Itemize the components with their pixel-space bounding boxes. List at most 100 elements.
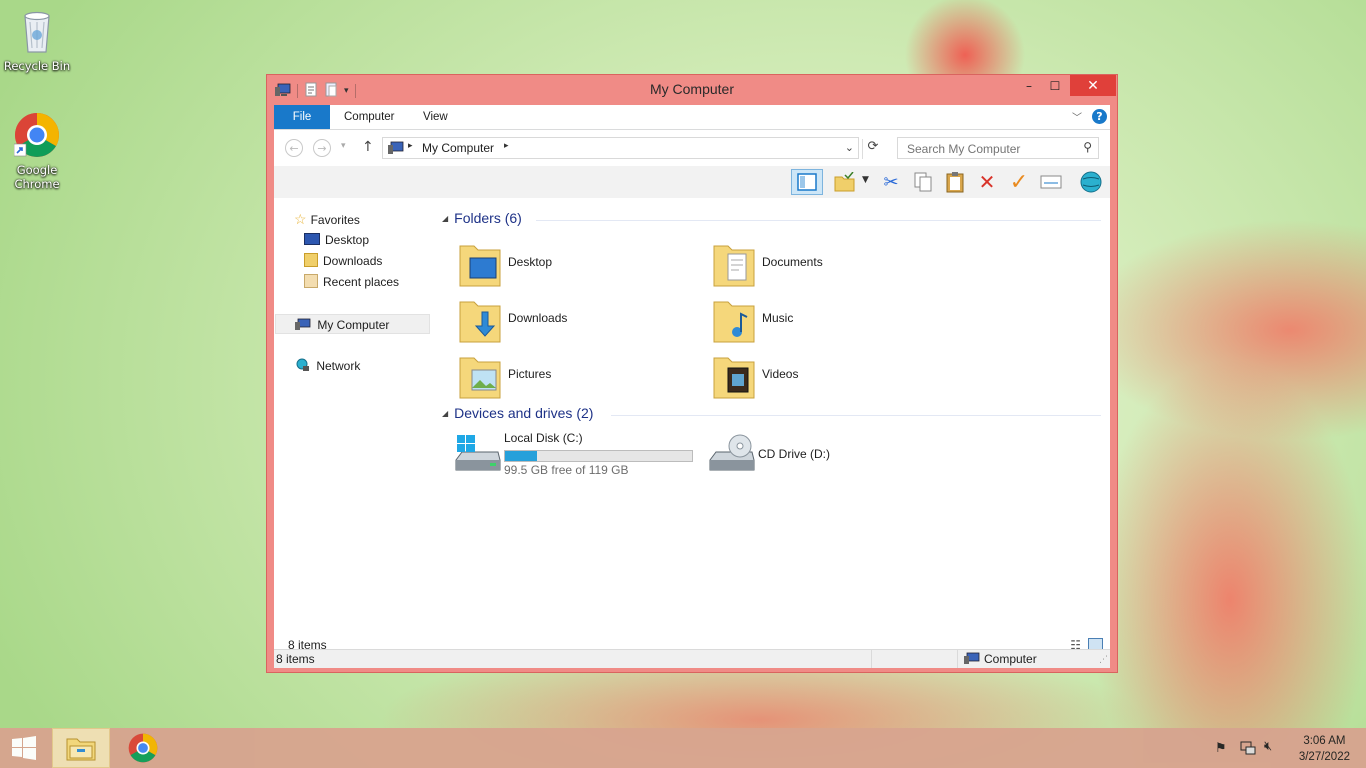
folder-documents[interactable]: Documents xyxy=(712,240,942,290)
nav-item-downloads[interactable]: Downloads xyxy=(304,251,382,271)
status-items: 8 items xyxy=(276,652,315,666)
nav-label: Recent places xyxy=(323,275,400,289)
preview-pane-button[interactable] xyxy=(791,169,823,195)
network-status-icon[interactable] xyxy=(1240,740,1256,759)
copy-icon[interactable] xyxy=(909,169,937,195)
devices-group-header[interactable]: ◢ Devices and drives (2) xyxy=(442,405,593,421)
desktop-icon xyxy=(304,233,320,245)
address-dropdown-icon[interactable]: ⌄ xyxy=(845,141,854,154)
email-icon[interactable] xyxy=(1037,169,1065,195)
drive-label: Local Disk (C:) xyxy=(504,431,583,445)
explorer-window: ▾ My Computer – ☐ ✕ File Computer View ﹀… xyxy=(266,74,1118,673)
address-row: ← → ▾ ↑ ▸ My Computer ▸ ⌄ ⟳ ⚲ xyxy=(274,130,1110,166)
rename-check-icon[interactable]: ✓ xyxy=(1005,169,1033,195)
search-icon[interactable]: ⚲ xyxy=(1083,140,1092,154)
breadcrumb[interactable]: My Computer xyxy=(422,141,494,155)
taskbar-chrome[interactable] xyxy=(116,728,170,768)
nav-item-desktop[interactable]: Desktop xyxy=(304,230,369,250)
drive-free-space: 99.5 GB free of 119 GB xyxy=(504,463,629,477)
address-bar[interactable]: ▸ My Computer ▸ ⌄ xyxy=(382,137,859,159)
downloads-folder-icon xyxy=(459,301,501,343)
desktop-icon-recycle-bin[interactable]: Recycle Bin xyxy=(0,8,74,73)
paste-icon[interactable] xyxy=(941,169,969,195)
nav-item-my-computer[interactable]: My Computer xyxy=(275,314,430,334)
collapse-icon[interactable]: ◢ xyxy=(442,214,448,223)
group-title: Devices and drives (2) xyxy=(454,405,594,421)
help-icon[interactable]: ? xyxy=(1092,109,1107,124)
nav-label: My Computer xyxy=(317,318,390,332)
window-title: My Computer xyxy=(649,81,735,97)
folder-pictures[interactable]: Pictures xyxy=(458,352,688,402)
nav-favorites[interactable]: ☆ Favorites xyxy=(294,209,360,229)
divider xyxy=(536,220,1101,221)
nav-label: Favorites xyxy=(310,213,360,227)
maximize-button[interactable]: ☐ xyxy=(1042,75,1068,96)
folder-label: Downloads xyxy=(508,311,568,325)
clock-date: 3/27/2022 xyxy=(1298,751,1350,763)
start-button[interactable] xyxy=(0,728,48,768)
chrome-icon xyxy=(0,112,74,161)
desktop-icon-label: Recycle Bin xyxy=(3,59,71,73)
back-button[interactable]: ← xyxy=(285,139,303,157)
volume-muted-icon[interactable]: 🔇︎ xyxy=(1264,739,1272,754)
collapse-icon[interactable]: ◢ xyxy=(442,409,448,418)
folder-videos[interactable]: Videos xyxy=(712,352,942,402)
group-title: Folders (6) xyxy=(454,210,522,226)
folders-group-header[interactable]: ◢ Folders (6) xyxy=(442,210,522,226)
desktop-folder-icon xyxy=(459,245,501,287)
tab-computer[interactable]: Computer xyxy=(331,105,408,129)
divider xyxy=(611,415,1101,416)
folder-downloads[interactable]: Downloads xyxy=(458,296,688,346)
chevron-down-icon[interactable]: ▼ xyxy=(862,175,869,185)
status-location: Computer xyxy=(984,652,1037,666)
cut-icon[interactable]: ✂ xyxy=(877,169,905,195)
command-toolbar: ▼ ✂ ✕ ✓ xyxy=(274,166,1110,198)
folder-label: Desktop xyxy=(508,255,553,269)
drive-cd-d[interactable]: CD Drive (D:) xyxy=(708,430,938,480)
recent-places-icon xyxy=(304,274,318,288)
file-explorer-icon xyxy=(66,738,96,761)
up-button[interactable]: ↑ xyxy=(362,139,374,155)
computer-icon xyxy=(964,652,980,668)
folder-desktop[interactable]: Desktop xyxy=(458,240,688,290)
refresh-icon[interactable]: ⟳ xyxy=(862,139,883,159)
divider xyxy=(957,650,958,668)
network-globe-icon[interactable] xyxy=(1077,169,1105,195)
system-clock[interactable]: 3:06 AM 3/27/2022 xyxy=(1299,733,1350,765)
tab-file[interactable]: File xyxy=(274,105,330,129)
folder-music[interactable]: Music xyxy=(712,296,942,346)
expand-ribbon-icon[interactable]: ﹀ xyxy=(1072,109,1082,124)
search-input[interactable] xyxy=(905,139,1079,159)
breadcrumb-chevron-icon[interactable]: ▸ xyxy=(408,141,413,151)
minimize-button[interactable]: – xyxy=(1016,75,1042,96)
desktop-icon-label: Google Chrome xyxy=(14,163,60,191)
nav-item-recent-places[interactable]: Recent places xyxy=(304,272,399,292)
taskbar: ⚑ 🔇︎ 3:06 AM 3/27/2022 xyxy=(0,728,1366,768)
folder-label: Pictures xyxy=(508,367,552,381)
drive-local-disk-c[interactable]: Local Disk (C:) 99.5 GB free of 119 GB xyxy=(454,430,714,480)
window-body: File Computer View ﹀ ? ← → ▾ ↑ ▸ My Comp… xyxy=(274,105,1110,668)
close-button[interactable]: ✕ xyxy=(1070,75,1116,96)
folder-options-icon[interactable] xyxy=(831,169,859,195)
delete-icon[interactable]: ✕ xyxy=(973,169,1001,195)
tab-view[interactable]: View xyxy=(410,105,461,129)
taskbar-file-explorer[interactable] xyxy=(52,728,110,768)
downloads-folder-icon xyxy=(304,253,318,267)
nav-item-network[interactable]: Network xyxy=(294,356,360,376)
computer-icon xyxy=(388,141,404,158)
recent-locations-icon[interactable]: ▾ xyxy=(341,141,346,151)
search-box[interactable]: ⚲ xyxy=(897,137,1099,159)
forward-button[interactable]: → xyxy=(313,139,331,157)
chrome-icon xyxy=(128,733,158,763)
divider xyxy=(871,650,872,668)
network-icon xyxy=(294,358,313,375)
title-bar[interactable]: ▾ My Computer – ☐ ✕ xyxy=(267,75,1117,105)
breadcrumb-chevron-icon[interactable]: ▸ xyxy=(504,141,509,151)
desktop-icon-chrome[interactable]: Google Chrome xyxy=(0,112,74,191)
nav-label: Downloads xyxy=(323,254,383,268)
resize-grip-icon[interactable]: ⋰ xyxy=(1099,655,1108,665)
nav-label: Network xyxy=(316,359,361,373)
computer-icon xyxy=(295,318,314,334)
navigation-pane: ☆ Favorites Desktop Downloads Recent plac… xyxy=(274,198,436,638)
action-center-icon[interactable]: ⚑ xyxy=(1215,741,1227,756)
